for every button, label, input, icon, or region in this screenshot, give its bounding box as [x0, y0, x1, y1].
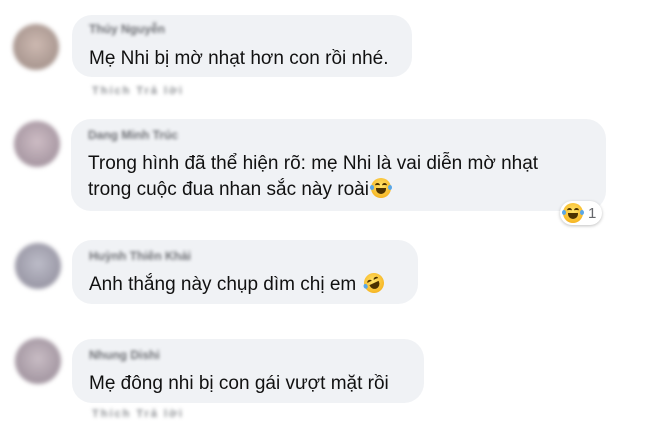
comment-text-line-1: Trong hình đã thể hiện rõ: mẹ Nhi là vai…: [88, 153, 539, 174]
comment-author[interactable]: Huỳnh Thiên Khải: [89, 249, 191, 263]
reaction-count: 1: [588, 204, 597, 222]
comment-text-line-2-content: trong cuộc đua nhan sắc này roài: [88, 179, 369, 200]
rolling-on-floor-laughing-emoji: [360, 269, 387, 297]
comment-text-line-2: trong cuộc đua nhan sắc này roài: [88, 176, 392, 203]
reaction-badge[interactable]: 1: [560, 201, 603, 225]
comment-text: Mẹ Nhi bị mờ nhạt hơn con rồi nhé.: [89, 48, 389, 69]
avatar[interactable]: [13, 24, 59, 70]
comment-author[interactable]: Nhung Dishi: [89, 348, 160, 362]
comment-text: Mẹ đông nhi bị con gái vượt mặt rồi: [89, 373, 389, 394]
laughing-reaction-emoji: [562, 203, 584, 223]
grinning-squinting-tears-emoji: [369, 178, 392, 198]
comment-bubble: Nhung Dishi Mẹ đông nhi bị con gái vượt …: [72, 339, 424, 403]
avatar[interactable]: [14, 121, 60, 167]
comment-bubble: Dang Minh Trúc Trong hình đã thể hiện rõ…: [71, 119, 606, 211]
comment-text: Anh thắng này chụp dìm chị em: [89, 269, 387, 298]
comment-actions[interactable]: Thích Trả lời: [92, 85, 184, 97]
comment-author[interactable]: Dang Minh Trúc: [88, 128, 178, 142]
comment-text-content: Anh thắng này chụp dìm chị em: [89, 274, 357, 295]
comment-bubble: Huỳnh Thiên Khải Anh thắng này chụp dìm …: [72, 240, 418, 304]
comment-author[interactable]: Thúy Nguyễn: [89, 22, 165, 36]
avatar[interactable]: [15, 338, 61, 384]
comment-bubble: Thúy Nguyễn Mẹ Nhi bị mờ nhạt hơn con rồ…: [72, 15, 412, 77]
comment-actions[interactable]: Thích Trả lời: [92, 408, 184, 420]
avatar[interactable]: [15, 243, 61, 289]
